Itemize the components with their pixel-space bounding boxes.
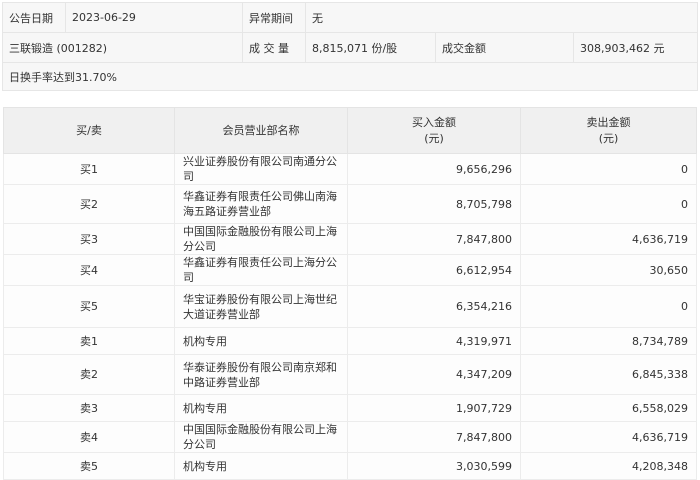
table-row: 卖4 中国国际金融股份有限公司上海分公司 7,847,800 4,636,719 bbox=[3, 421, 697, 453]
cell-buy: 1,907,729 bbox=[347, 394, 521, 422]
reason-text: 日换手率达到31.70% bbox=[2, 62, 698, 91]
cell-sell: 0 bbox=[520, 184, 697, 224]
summary-table: 公告日期 2023-06-29 异常期间 无 三联锻造 (001282) 成 交… bbox=[2, 2, 698, 91]
cell-sell: 30,650 bbox=[520, 254, 697, 286]
cell-side: 买5 bbox=[3, 285, 175, 328]
cell-sell: 4,636,719 bbox=[520, 421, 697, 453]
cell-side: 买1 bbox=[3, 153, 175, 185]
cell-name: 华泰证券股份有限公司南京郑和中路证券营业部 bbox=[174, 354, 348, 395]
cell-sell: 0 bbox=[520, 153, 697, 185]
cell-buy: 6,612,954 bbox=[347, 254, 521, 286]
stock-name: 三联锻造 (001282) bbox=[2, 32, 243, 63]
cell-sell: 0 bbox=[520, 285, 697, 328]
cell-buy: 3,030,599 bbox=[347, 452, 521, 480]
cell-side: 卖1 bbox=[3, 327, 175, 355]
period-label: 异常期间 bbox=[242, 2, 306, 33]
cell-buy: 4,319,971 bbox=[347, 327, 521, 355]
header-buy: 买入金额 (元) bbox=[347, 107, 521, 154]
date-value: 2023-06-29 bbox=[65, 2, 243, 33]
cell-side: 卖3 bbox=[3, 394, 175, 422]
cell-sell: 8,734,789 bbox=[520, 327, 697, 355]
amount-label: 成交金额 bbox=[435, 32, 574, 63]
table-row: 卖3 机构专用 1,907,729 6,558,029 bbox=[3, 394, 697, 422]
table-row: 买2 华鑫证券有限责任公司佛山南海海五路证券营业部 8,705,798 0 bbox=[3, 184, 697, 224]
table-row: 买5 华宝证券股份有限公司上海世纪大道证券营业部 6,354,216 0 bbox=[3, 285, 697, 328]
table-row: 买1 兴业证券股份有限公司南通分公司 9,656,296 0 bbox=[3, 153, 697, 185]
table-row: 卖5 机构专用 3,030,599 4,208,348 bbox=[3, 452, 697, 480]
table-row: 卖1 机构专用 4,319,971 8,734,789 bbox=[3, 327, 697, 355]
cell-name: 机构专用 bbox=[174, 394, 348, 422]
cell-name: 机构专用 bbox=[174, 452, 348, 480]
header-name: 会员营业部名称 bbox=[174, 107, 348, 154]
cell-side: 卖5 bbox=[3, 452, 175, 480]
cell-name: 华宝证券股份有限公司上海世纪大道证券营业部 bbox=[174, 285, 348, 328]
volume-value: 8,815,071 份/股 bbox=[305, 32, 436, 63]
period-value: 无 bbox=[305, 2, 698, 33]
table-row: 买4 华鑫证券有限责任公司上海分公司 6,612,954 30,650 bbox=[3, 254, 697, 286]
cell-sell: 6,558,029 bbox=[520, 394, 697, 422]
cell-side: 卖2 bbox=[3, 354, 175, 395]
trading-table: 买/卖 会员营业部名称 买入金额 (元) 卖出金额 (元) 买1 兴业证券股份有限公司… bbox=[3, 107, 697, 480]
cell-buy: 4,347,209 bbox=[347, 354, 521, 395]
table-row: 卖2 华泰证券股份有限公司南京郑和中路证券营业部 4,347,209 6,845,33… bbox=[3, 354, 697, 395]
amount-value: 308,903,462 元 bbox=[573, 32, 698, 63]
cell-name: 华鑫证券有限责任公司上海分公司 bbox=[174, 254, 348, 286]
cell-side: 卖4 bbox=[3, 421, 175, 453]
cell-name: 中国国际金融股份有限公司上海分公司 bbox=[174, 421, 348, 453]
cell-name: 中国国际金融股份有限公司上海分公司 bbox=[174, 223, 348, 255]
cell-side: 买4 bbox=[3, 254, 175, 286]
cell-name: 机构专用 bbox=[174, 327, 348, 355]
cell-name: 兴业证券股份有限公司南通分公司 bbox=[174, 153, 348, 185]
header-side: 买/卖 bbox=[3, 107, 175, 154]
cell-side: 买2 bbox=[3, 184, 175, 224]
cell-buy: 7,847,800 bbox=[347, 421, 521, 453]
cell-buy: 7,847,800 bbox=[347, 223, 521, 255]
header-sell: 卖出金额 (元) bbox=[520, 107, 697, 154]
cell-buy: 8,705,798 bbox=[347, 184, 521, 224]
cell-sell: 6,845,338 bbox=[520, 354, 697, 395]
volume-label: 成 交 量 bbox=[242, 32, 306, 63]
cell-buy: 6,354,216 bbox=[347, 285, 521, 328]
table-row: 买3 中国国际金融股份有限公司上海分公司 7,847,800 4,636,719 bbox=[3, 223, 697, 255]
cell-name: 华鑫证券有限责任公司佛山南海海五路证券营业部 bbox=[174, 184, 348, 224]
date-label: 公告日期 bbox=[2, 2, 66, 33]
cell-buy: 9,656,296 bbox=[347, 153, 521, 185]
cell-side: 买3 bbox=[3, 223, 175, 255]
cell-sell: 4,208,348 bbox=[520, 452, 697, 480]
cell-sell: 4,636,719 bbox=[520, 223, 697, 255]
